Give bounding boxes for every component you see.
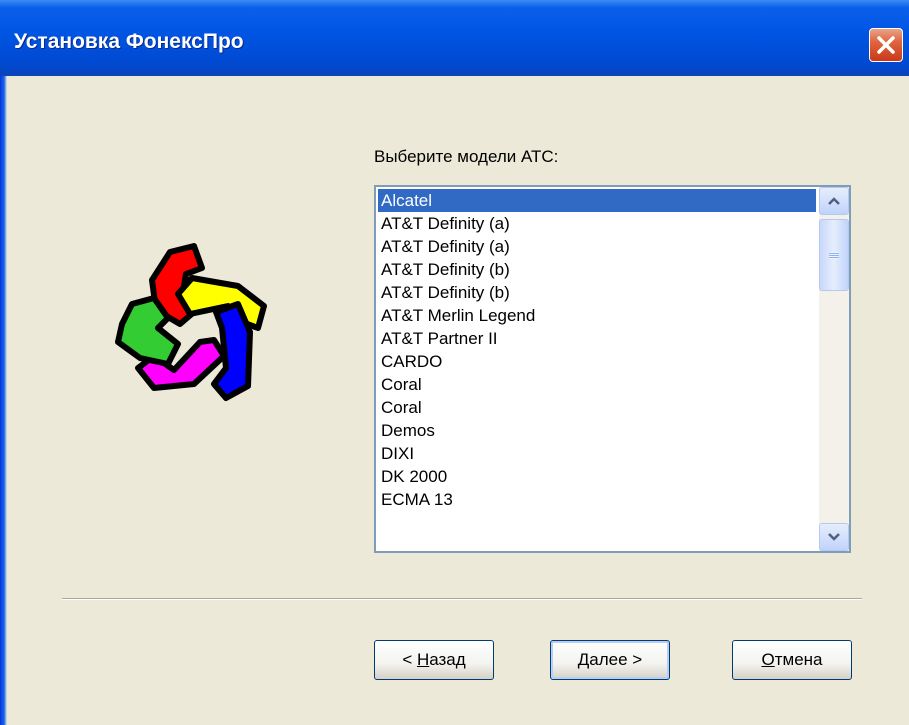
window-title: Установка ФонексПро xyxy=(14,30,244,53)
back-prefix: < xyxy=(402,650,417,669)
cancel-button-label: Отмена xyxy=(761,650,822,670)
cancel-mnemonic: О xyxy=(761,650,775,669)
next-button[interactable]: Далее > xyxy=(550,640,670,680)
scroll-down-button[interactable] xyxy=(819,523,849,551)
window-frame-left xyxy=(0,76,7,725)
chevron-up-icon xyxy=(828,197,840,205)
list-item[interactable]: AT&T Definity (a) xyxy=(378,212,816,235)
list-item[interactable]: AT&T Definity (a) xyxy=(378,235,816,258)
back-mnemonic: Н xyxy=(416,650,430,669)
pbx-models-list: Alcatel AT&T Definity (a) AT&T Definity … xyxy=(378,189,816,511)
list-item[interactable]: DK 2000 xyxy=(378,465,816,488)
back-rest: азад xyxy=(429,650,466,669)
models-prompt-label: Выберите модели АТС: xyxy=(374,147,559,166)
list-item[interactable]: AT&T Definity (b) xyxy=(378,258,816,281)
pbx-models-listbox[interactable]: Alcatel AT&T Definity (a) AT&T Definity … xyxy=(374,185,851,553)
chevron-down-icon xyxy=(828,533,840,541)
vertical-scrollbar[interactable] xyxy=(819,187,849,551)
close-button[interactable] xyxy=(869,28,903,62)
next-mnemonic: Д xyxy=(577,650,590,669)
list-item[interactable]: ECMA 13 xyxy=(378,488,816,511)
separator xyxy=(62,598,862,600)
back-button-label: < Назад xyxy=(402,650,465,670)
list-item[interactable]: Coral xyxy=(378,373,816,396)
next-button-label: Далее > xyxy=(578,650,642,670)
cancel-rest: тмена xyxy=(774,650,823,669)
grip-icon xyxy=(829,251,839,259)
scroll-thumb[interactable] xyxy=(819,219,849,291)
phones-logo-icon xyxy=(115,243,267,401)
close-icon xyxy=(877,36,895,54)
list-item[interactable]: Alcatel xyxy=(378,189,816,212)
list-item[interactable]: CARDO xyxy=(378,350,816,373)
scroll-up-button[interactable] xyxy=(819,187,849,215)
title-bar[interactable]: Установка ФонексПро xyxy=(0,0,909,76)
list-item[interactable]: Demos xyxy=(378,419,816,442)
cancel-button[interactable]: Отмена xyxy=(732,640,852,680)
list-item[interactable]: AT&T Partner II xyxy=(378,327,816,350)
list-item[interactable]: DIXI xyxy=(378,442,816,465)
list-item[interactable]: AT&T Merlin Legend xyxy=(378,304,816,327)
list-item[interactable]: AT&T Definity (b) xyxy=(378,281,816,304)
next-rest: алее > xyxy=(589,650,643,669)
back-button[interactable]: < Назад xyxy=(374,640,494,680)
list-item[interactable]: Coral xyxy=(378,396,816,419)
